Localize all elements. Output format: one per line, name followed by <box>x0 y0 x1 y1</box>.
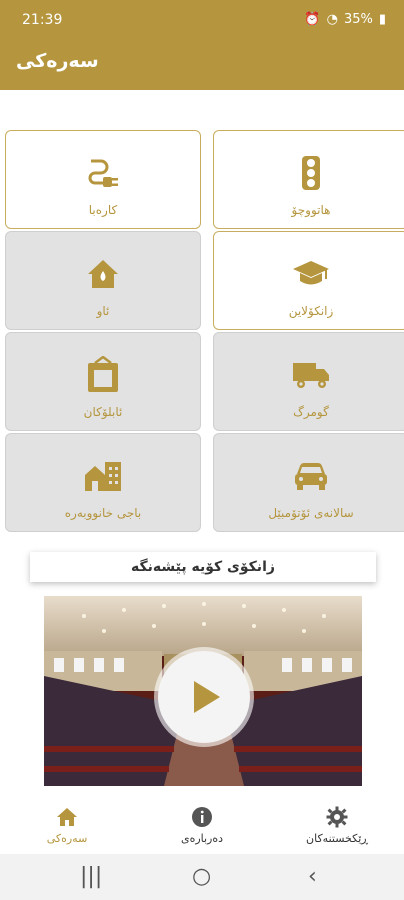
tile-label: باجی خانووبەرە <box>64 506 142 520</box>
status-time: 21:39 <box>22 12 63 28</box>
tile-boxes[interactable]: ئابلۆکان <box>5 332 201 431</box>
system-navigation: ||| ○ ‹ <box>0 854 404 900</box>
bottom-navigation: سەرەکی دەربارەی ڕێکخستنەکان <box>0 796 404 854</box>
tile-traffic[interactable]: هاتووچۆ <box>213 130 404 229</box>
status-bar: 21:39 ⏰ ◔ 35% ▮ <box>0 0 404 36</box>
buildings-icon <box>83 456 123 496</box>
tile-label: گومرگ <box>293 405 329 419</box>
battery-icon: ▮ <box>378 12 386 27</box>
tile-label: ئابلۆکان <box>83 405 123 419</box>
alarm-icon: ⏰ <box>304 12 321 27</box>
car-icon <box>291 456 331 496</box>
tile-label: سالانەی ئۆتۆمبێل <box>268 506 354 520</box>
tile-vehicle[interactable]: سالانەی ئۆتۆمبێل <box>213 433 404 532</box>
water-house-icon <box>83 254 123 294</box>
tile-label: کارەبا <box>88 203 118 217</box>
tile-label: ئاو <box>96 304 110 318</box>
section-heading: زانکۆی کۆیە پێشەنگە <box>30 552 376 582</box>
tile-customs[interactable]: گومرگ <box>213 332 404 431</box>
back-button[interactable]: ‹ <box>308 864 317 889</box>
nav-settings-label: ڕێکخستنەکان <box>306 832 368 845</box>
page-title: سەرەکی <box>16 50 99 72</box>
graduation-cap-icon <box>291 254 331 294</box>
home-button[interactable]: ○ <box>192 864 211 889</box>
tile-university[interactable]: زانکۆلاین <box>213 231 404 330</box>
battery-percent: 35% <box>343 12 373 27</box>
nav-settings[interactable]: ڕێکخستنەکان <box>270 796 404 854</box>
nav-home[interactable]: سەرەکی <box>0 796 134 854</box>
box-icon <box>83 355 123 395</box>
app-bar: سەرەکی <box>0 36 404 90</box>
gear-icon <box>326 806 348 828</box>
info-icon <box>192 807 212 827</box>
tile-label: هاتووچۆ <box>291 203 331 217</box>
tile-water[interactable]: ئاو <box>5 231 201 330</box>
nav-about-label: دەربارەی <box>180 832 224 845</box>
tile-property-tax[interactable]: باجی خانووبەرە <box>5 433 201 532</box>
nav-about[interactable]: دەربارەی <box>135 796 269 854</box>
home-icon <box>57 808 77 826</box>
nav-home-label: سەرەکی <box>46 832 88 845</box>
recents-button[interactable]: ||| <box>80 864 102 889</box>
tile-electricity[interactable]: کارەبا <box>5 130 201 229</box>
traffic-light-icon <box>291 153 331 193</box>
wifi-icon: ◔ <box>326 12 338 27</box>
play-icon <box>194 681 220 713</box>
truck-icon <box>291 355 331 395</box>
tile-label: زانکۆلاین <box>288 304 334 318</box>
status-icons: ⏰ ◔ 35% ▮ <box>304 12 386 27</box>
plug-icon <box>83 153 123 193</box>
play-button[interactable] <box>158 651 250 743</box>
